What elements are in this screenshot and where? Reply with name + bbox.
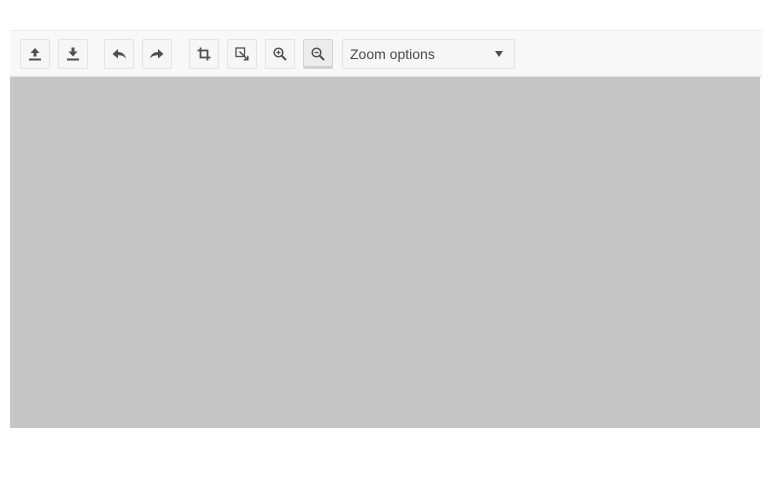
editor-toolbar: Zoom options xyxy=(10,30,762,77)
resize-button[interactable] xyxy=(227,39,257,69)
zoom-options-label: Zoom options xyxy=(350,46,435,62)
upload-icon xyxy=(29,48,41,61)
download-icon xyxy=(67,47,79,61)
resize-icon xyxy=(235,47,249,61)
crop-button[interactable] xyxy=(189,39,219,69)
caret-down-icon xyxy=(495,51,503,57)
zoom-out-button[interactable] xyxy=(303,39,333,69)
undo-button[interactable] xyxy=(104,39,134,69)
zoom-out-icon xyxy=(311,47,325,61)
upload-button[interactable] xyxy=(20,39,50,69)
image-editor: Zoom options xyxy=(10,30,762,428)
crop-icon xyxy=(197,47,211,61)
redo-icon xyxy=(150,49,164,59)
zoom-in-button[interactable] xyxy=(265,39,295,69)
redo-button[interactable] xyxy=(142,39,172,69)
image-canvas[interactable] xyxy=(10,77,760,428)
zoom-options-dropdown[interactable]: Zoom options xyxy=(342,39,515,69)
undo-icon xyxy=(112,49,126,59)
zoom-in-icon xyxy=(273,47,287,61)
download-button[interactable] xyxy=(58,39,88,69)
